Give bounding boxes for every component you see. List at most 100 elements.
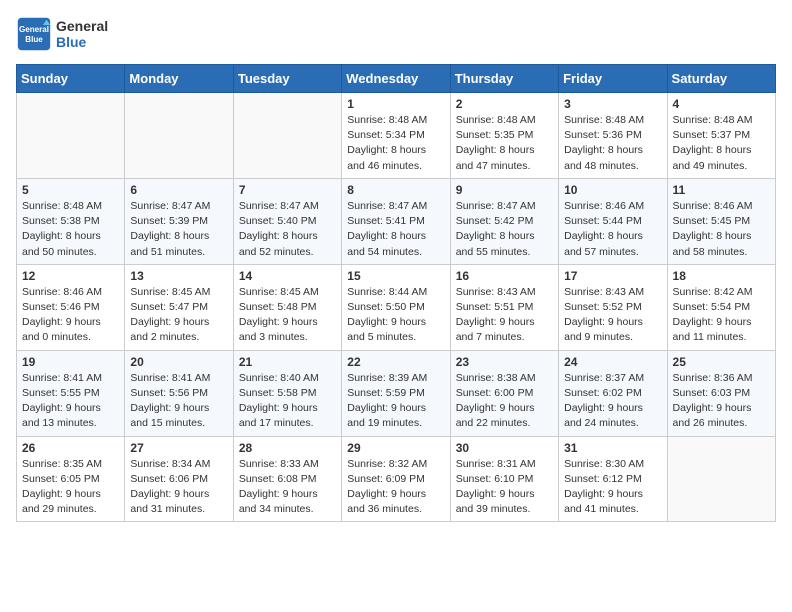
day-number: 10 [564,183,661,197]
day-number: 4 [673,97,770,111]
day-info: Sunrise: 8:36 AM Sunset: 6:03 PM Dayligh… [673,371,770,432]
day-number: 20 [130,355,227,369]
calendar-cell [233,93,341,179]
day-info: Sunrise: 8:41 AM Sunset: 5:55 PM Dayligh… [22,371,119,432]
day-info: Sunrise: 8:30 AM Sunset: 6:12 PM Dayligh… [564,457,661,518]
calendar-cell: 7 Sunrise: 8:47 AM Sunset: 5:40 PM Daylig… [233,178,341,264]
calendar-cell: 5Sunrise: 8:48 AM Sunset: 5:38 PM Daylig… [17,178,125,264]
calendar-cell: 25 Sunrise: 8:36 AM Sunset: 6:03 PM Dayli… [667,350,775,436]
day-number: 8 [347,183,444,197]
day-number: 7 [239,183,336,197]
day-info: Sunrise: 8:32 AM Sunset: 6:09 PM Dayligh… [347,457,444,518]
day-info: Sunrise: 8:47 AM Sunset: 5:42 PM Dayligh… [456,199,553,260]
day-number: 25 [673,355,770,369]
day-info: Sunrise: 8:48 AM Sunset: 5:37 PM Dayligh… [673,113,770,174]
calendar-week-4: 19 Sunrise: 8:41 AM Sunset: 5:55 PM Dayli… [17,350,776,436]
day-number: 24 [564,355,661,369]
day-number: 23 [456,355,553,369]
logo-icon: General Blue [16,16,52,52]
day-info: Sunrise: 8:46 AM Sunset: 5:45 PM Dayligh… [673,199,770,260]
calendar-cell: 2 Sunrise: 8:48 AM Sunset: 5:35 PM Daylig… [450,93,558,179]
day-number: 2 [456,97,553,111]
day-info: Sunrise: 8:43 AM Sunset: 5:51 PM Dayligh… [456,285,553,346]
day-number: 18 [673,269,770,283]
calendar-cell: 10 Sunrise: 8:46 AM Sunset: 5:44 PM Dayli… [559,178,667,264]
day-info: Sunrise: 8:37 AM Sunset: 6:02 PM Dayligh… [564,371,661,432]
day-number: 21 [239,355,336,369]
header-monday: Monday [125,65,233,93]
calendar-cell: 9 Sunrise: 8:47 AM Sunset: 5:42 PM Daylig… [450,178,558,264]
day-number: 9 [456,183,553,197]
svg-text:Blue: Blue [25,35,43,44]
calendar-cell: 3Sunrise: 8:48 AM Sunset: 5:36 PM Daylig… [559,93,667,179]
day-number: 6 [130,183,227,197]
day-number: 11 [673,183,770,197]
calendar-cell: 1 Sunrise: 8:48 AM Sunset: 5:34 PM Daylig… [342,93,450,179]
day-number: 16 [456,269,553,283]
day-info: Sunrise: 8:45 AM Sunset: 5:48 PM Dayligh… [239,285,336,346]
calendar-cell: 30Sunrise: 8:31 AM Sunset: 6:10 PM Dayli… [450,436,558,522]
day-number: 12 [22,269,119,283]
day-info: Sunrise: 8:43 AM Sunset: 5:52 PM Dayligh… [564,285,661,346]
day-info: Sunrise: 8:48 AM Sunset: 5:34 PM Dayligh… [347,113,444,174]
calendar-cell [125,93,233,179]
day-number: 3 [564,97,661,111]
header-tuesday: Tuesday [233,65,341,93]
day-info: Sunrise: 8:47 AM Sunset: 5:39 PM Dayligh… [130,199,227,260]
calendar-cell: 13Sunrise: 8:45 AM Sunset: 5:47 PM Dayli… [125,264,233,350]
day-number: 14 [239,269,336,283]
day-info: Sunrise: 8:39 AM Sunset: 5:59 PM Dayligh… [347,371,444,432]
day-info: Sunrise: 8:40 AM Sunset: 5:58 PM Dayligh… [239,371,336,432]
calendar-cell: 20 Sunrise: 8:41 AM Sunset: 5:56 PM Dayli… [125,350,233,436]
day-number: 22 [347,355,444,369]
day-info: Sunrise: 8:48 AM Sunset: 5:35 PM Dayligh… [456,113,553,174]
calendar-cell: 4 Sunrise: 8:48 AM Sunset: 5:37 PM Daylig… [667,93,775,179]
calendar-cell: 26Sunrise: 8:35 AM Sunset: 6:05 PM Dayli… [17,436,125,522]
calendar-cell: 14 Sunrise: 8:45 AM Sunset: 5:48 PM Dayli… [233,264,341,350]
calendar-week-5: 26Sunrise: 8:35 AM Sunset: 6:05 PM Dayli… [17,436,776,522]
calendar-cell [17,93,125,179]
calendar-cell: 23Sunrise: 8:38 AM Sunset: 6:00 PM Dayli… [450,350,558,436]
calendar-week-3: 12 Sunrise: 8:46 AM Sunset: 5:46 PM Dayli… [17,264,776,350]
calendar-cell: 22 Sunrise: 8:39 AM Sunset: 5:59 PM Dayli… [342,350,450,436]
calendar-cell: 18Sunrise: 8:42 AM Sunset: 5:54 PM Dayli… [667,264,775,350]
svg-text:General: General [19,25,49,34]
logo: General Blue General Blue [16,16,108,52]
calendar-cell: 11 Sunrise: 8:46 AM Sunset: 5:45 PM Dayli… [667,178,775,264]
calendar-cell: 17 Sunrise: 8:43 AM Sunset: 5:52 PM Dayli… [559,264,667,350]
header-sunday: Sunday [17,65,125,93]
calendar-cell: 8 Sunrise: 8:47 AM Sunset: 5:41 PM Daylig… [342,178,450,264]
header-saturday: Saturday [667,65,775,93]
calendar-cell: 16 Sunrise: 8:43 AM Sunset: 5:51 PM Dayli… [450,264,558,350]
day-info: Sunrise: 8:46 AM Sunset: 5:46 PM Dayligh… [22,285,119,346]
day-info: Sunrise: 8:31 AM Sunset: 6:10 PM Dayligh… [456,457,553,518]
day-number: 26 [22,441,119,455]
day-info: Sunrise: 8:46 AM Sunset: 5:44 PM Dayligh… [564,199,661,260]
day-number: 15 [347,269,444,283]
day-info: Sunrise: 8:41 AM Sunset: 5:56 PM Dayligh… [130,371,227,432]
day-number: 1 [347,97,444,111]
calendar-cell: 31Sunrise: 8:30 AM Sunset: 6:12 PM Dayli… [559,436,667,522]
day-info: Sunrise: 8:45 AM Sunset: 5:47 PM Dayligh… [130,285,227,346]
logo-text: General Blue [56,18,108,50]
calendar-cell: 29 Sunrise: 8:32 AM Sunset: 6:09 PM Dayli… [342,436,450,522]
day-info: Sunrise: 8:47 AM Sunset: 5:41 PM Dayligh… [347,199,444,260]
day-number: 5 [22,183,119,197]
day-number: 17 [564,269,661,283]
calendar-cell [667,436,775,522]
header-friday: Friday [559,65,667,93]
header-thursday: Thursday [450,65,558,93]
day-number: 27 [130,441,227,455]
calendar-cell: 24 Sunrise: 8:37 AM Sunset: 6:02 PM Dayli… [559,350,667,436]
calendar-week-1: 1 Sunrise: 8:48 AM Sunset: 5:34 PM Daylig… [17,93,776,179]
day-number: 29 [347,441,444,455]
day-info: Sunrise: 8:47 AM Sunset: 5:40 PM Dayligh… [239,199,336,260]
page-header: General Blue General Blue [16,16,776,52]
calendar-header-row: SundayMondayTuesdayWednesdayThursdayFrid… [17,65,776,93]
day-info: Sunrise: 8:44 AM Sunset: 5:50 PM Dayligh… [347,285,444,346]
header-wednesday: Wednesday [342,65,450,93]
day-number: 19 [22,355,119,369]
calendar-cell: 27Sunrise: 8:34 AM Sunset: 6:06 PM Dayli… [125,436,233,522]
calendar-cell: 28Sunrise: 8:33 AM Sunset: 6:08 PM Dayli… [233,436,341,522]
calendar-cell: 21 Sunrise: 8:40 AM Sunset: 5:58 PM Dayli… [233,350,341,436]
